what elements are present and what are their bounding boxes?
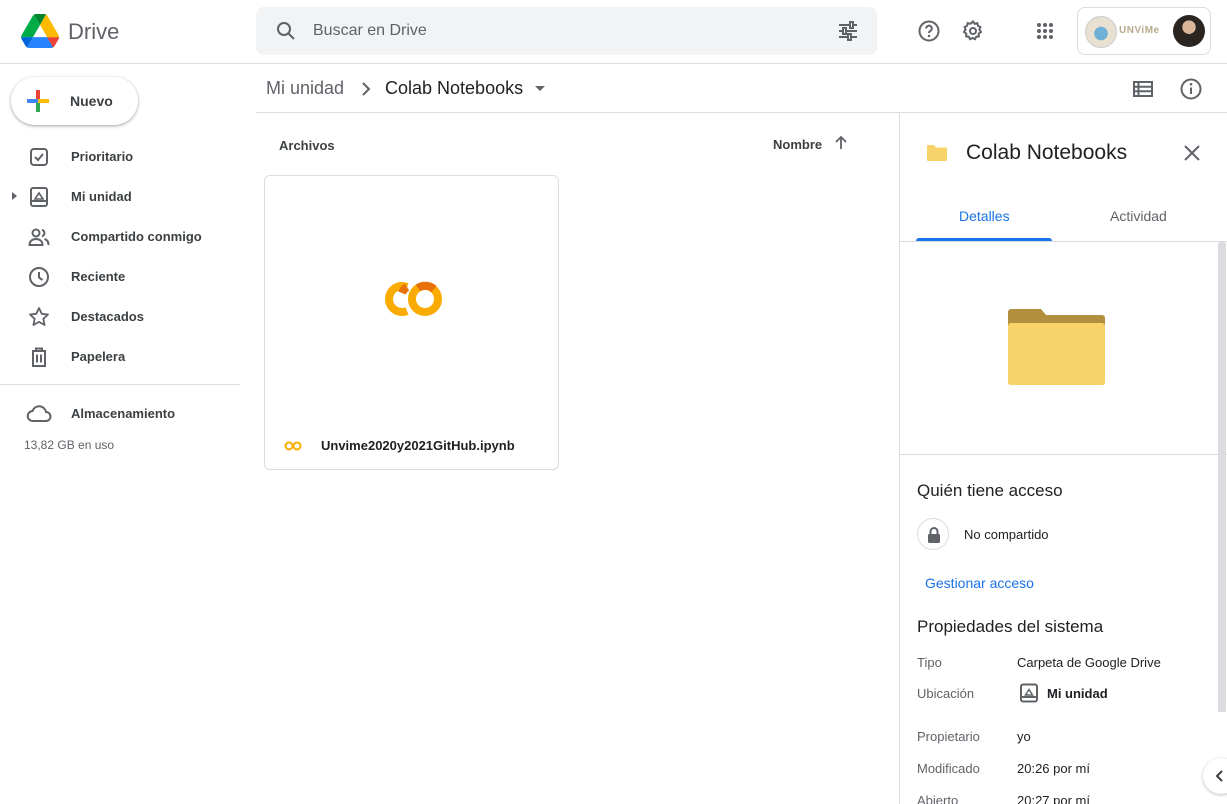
prop-location-value[interactable]: Mi unidad <box>1047 686 1108 701</box>
prop-opened-label: Abierto <box>917 793 959 804</box>
sidebar-item-compartido[interactable]: Compartido conmigo <box>0 218 240 254</box>
prop-modified-label: Modificado <box>917 761 980 776</box>
access-heading: Quién tiene acceso <box>917 481 1063 500</box>
sort-arrow-up-icon[interactable] <box>832 134 850 152</box>
share-status: No compartido <box>964 527 1049 542</box>
chevron-right-icon <box>362 82 371 96</box>
organization-name: UNViMe <box>1119 25 1160 36</box>
files-section-label: Archivos <box>279 138 335 153</box>
panel-scrollbar[interactable] <box>1218 242 1226 712</box>
sidebar-item-label: Destacados <box>71 309 144 324</box>
user-avatar[interactable] <box>1173 15 1205 47</box>
info-icon[interactable] <box>1179 77 1203 101</box>
search-options-icon[interactable] <box>836 19 860 43</box>
chevron-left-icon <box>1215 770 1223 782</box>
sidebar-divider <box>0 384 240 385</box>
help-icon[interactable] <box>917 19 941 43</box>
plus-icon <box>27 90 49 112</box>
sort-by-name-button[interactable]: Nombre <box>773 137 822 152</box>
sidebar-item-papelera[interactable]: Papelera <box>0 338 240 374</box>
prop-location-label: Ubicación <box>917 686 975 701</box>
prop-modified-value: 20:26 por mí <box>1017 761 1090 776</box>
prop-type-value: Carpeta de Google Drive <box>1017 655 1161 670</box>
account-switcher[interactable]: UNViMe <box>1077 7 1211 55</box>
sidebar-item-label: Compartido conmigo <box>71 229 202 244</box>
trash-icon <box>32 347 46 367</box>
settings-gear-icon[interactable] <box>961 19 985 43</box>
search-icon[interactable] <box>274 19 298 43</box>
cloud-icon <box>26 405 52 422</box>
prop-opened-value: 20:27 por mí <box>1017 793 1090 804</box>
priority-icon <box>30 148 48 166</box>
preview-divider <box>900 454 1227 455</box>
sidebar-item-mi-unidad[interactable]: Mi unidad <box>0 178 240 214</box>
system-properties-heading: Propiedades del sistema <box>917 617 1104 636</box>
tab-actividad[interactable]: Actividad <box>1110 208 1167 224</box>
sidebar-item-label: Prioritario <box>71 149 134 164</box>
sidebar-item-reciente[interactable]: Reciente <box>0 258 240 294</box>
tabs-divider <box>900 241 1227 242</box>
colab-file-icon <box>284 441 302 451</box>
storage-usage: 13,82 GB en uso <box>24 438 115 452</box>
prop-type-label: Tipo <box>917 655 942 670</box>
tab-detalles[interactable]: Detalles <box>959 208 1010 224</box>
list-view-icon[interactable] <box>1131 77 1155 101</box>
new-button[interactable]: Nuevo <box>11 77 138 125</box>
sidebar-item-label: Papelera <box>71 349 126 364</box>
sidebar-item-prioritario[interactable]: Prioritario <box>0 138 240 174</box>
lock-icon <box>928 527 940 543</box>
prop-owner-value: yo <box>1017 729 1031 744</box>
search-input[interactable] <box>313 17 813 45</box>
sidebar-item-label: Mi unidad <box>71 189 132 204</box>
sidebar-item-destacados[interactable]: Destacados <box>0 298 240 334</box>
file-card[interactable]: Unvime2020y2021GitHub.ipynb <box>264 175 559 470</box>
app-title: Drive <box>68 19 120 44</box>
my-drive-icon <box>30 187 48 207</box>
storage-label: Almacenamiento <box>71 406 176 421</box>
breadcrumb-root[interactable]: Mi unidad <box>266 78 344 99</box>
colab-logo-icon <box>385 281 442 316</box>
breadcrumb-current[interactable]: Colab Notebooks <box>385 78 523 99</box>
folder-preview-icon <box>1008 309 1105 385</box>
clock-icon <box>29 267 49 287</box>
search-bar <box>256 7 877 55</box>
star-icon <box>29 307 49 326</box>
details-title: Colab Notebooks <box>966 141 1128 164</box>
file-name: Unvime2020y2021GitHub.ipynb <box>321 438 515 453</box>
sidebar-item-label: Reciente <box>71 269 126 284</box>
shared-icon <box>28 228 50 246</box>
prop-owner-label: Propietario <box>917 729 980 744</box>
caret-down-icon[interactable] <box>535 86 545 91</box>
manage-access-link[interactable]: Gestionar acceso <box>925 575 1034 591</box>
folder-icon <box>927 145 947 161</box>
my-drive-icon <box>1020 683 1038 703</box>
new-button-label: Nuevo <box>70 93 113 109</box>
top-header: Drive U <box>0 0 1227 64</box>
close-icon[interactable] <box>1181 142 1203 164</box>
details-panel: Colab Notebooks Detalles Actividad Quién… <box>899 113 1227 804</box>
sidebar-item-almacenamiento[interactable]: Almacenamiento <box>0 395 240 431</box>
organization-logo <box>1085 16 1117 48</box>
apps-grid-icon[interactable] <box>1033 19 1057 43</box>
expand-arrow-icon[interactable] <box>12 192 17 200</box>
lock-badge <box>917 518 949 550</box>
drive-logo-icon[interactable] <box>21 14 59 48</box>
